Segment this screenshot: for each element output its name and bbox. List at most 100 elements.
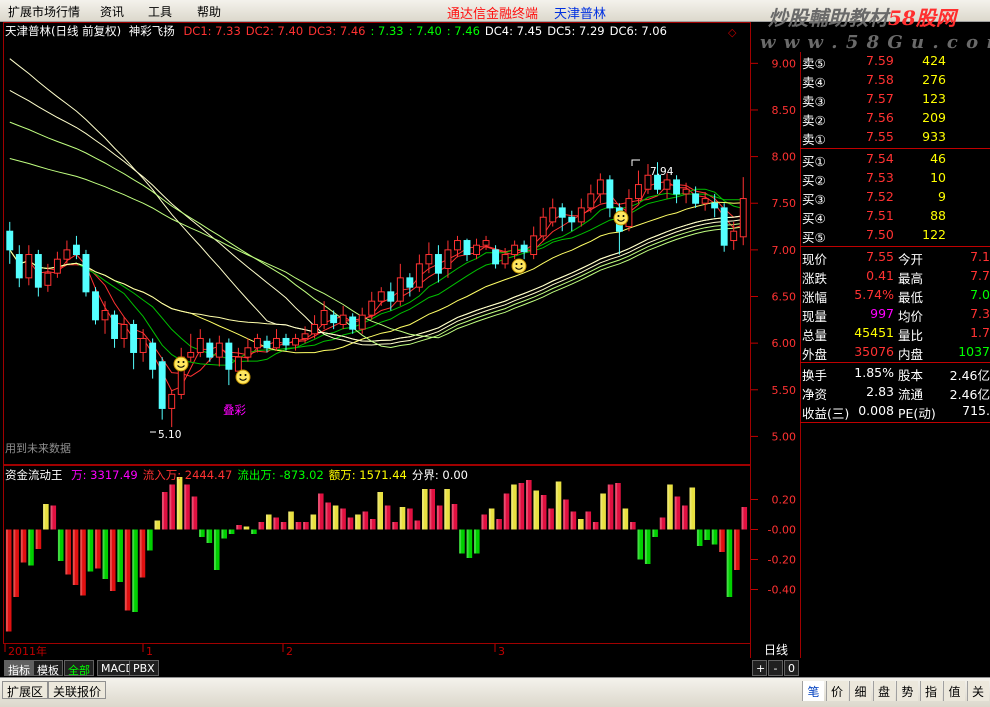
flow-bar	[384, 505, 391, 530]
menu-item-tools[interactable]: 工具	[148, 3, 172, 20]
flow-bar	[236, 525, 242, 530]
candle-body	[92, 291, 99, 321]
menu-item-help[interactable]: 帮助	[197, 3, 221, 20]
flow-bar	[243, 526, 250, 530]
ma-line	[9, 180, 744, 392]
tab-indicator[interactable]: 指标	[4, 660, 34, 677]
chart-collapse-icon[interactable]: ◇	[728, 26, 737, 39]
related-quote-button[interactable]: 关联报价	[48, 681, 107, 699]
quote-view-tab[interactable]: 值	[943, 681, 965, 701]
high-marker	[631, 159, 640, 166]
candle-body	[311, 323, 319, 335]
flow-bar	[518, 483, 525, 530]
indicator-tick-label: -0.20	[768, 554, 796, 567]
quote-view-tab[interactable]: 价	[825, 681, 848, 701]
flow-bar	[474, 529, 480, 554]
candle-body	[492, 249, 500, 265]
fin-value: 715.	[962, 403, 990, 418]
flow-bar	[696, 529, 703, 546]
ask-volume: 123	[922, 91, 946, 106]
flow-bar	[169, 484, 175, 530]
candle-body	[263, 340, 271, 349]
flow-bar	[295, 522, 302, 530]
quote-divider	[800, 422, 990, 423]
high-price-label: 7.94	[650, 166, 674, 178]
signal-text-mark: 叠彩	[223, 403, 246, 417]
candle-body	[587, 193, 595, 209]
smiley-signal-icon	[613, 210, 629, 226]
quote-view-tab[interactable]: 势	[896, 681, 918, 701]
stat-label: 涨跌	[802, 271, 828, 286]
candle-body	[444, 249, 452, 270]
flow-bar	[734, 529, 740, 570]
flow-bar	[689, 487, 696, 530]
quote-view-tab[interactable]: 指	[919, 681, 942, 701]
stat-label: 外盘	[802, 347, 828, 362]
flow-bar	[132, 529, 138, 612]
low-price-label: 5.10	[158, 429, 181, 441]
flow-bar	[392, 522, 398, 530]
candle-body	[6, 230, 14, 251]
stat-label: 总量	[802, 328, 828, 343]
candle-body	[215, 342, 223, 358]
flow-bar	[600, 493, 606, 530]
app-window: 扩展市场行情 资讯 工具 帮助 通达信金融终端 天津普林 炒股輔助教材58股网 …	[0, 0, 990, 707]
quote-divider	[800, 148, 990, 149]
ask-level-label: 卖①	[802, 132, 826, 147]
chart-header-value: : 7.33	[370, 24, 403, 38]
candle-body	[406, 277, 414, 288]
quote-divider	[800, 362, 990, 363]
candle-body	[730, 230, 738, 242]
candle-body	[282, 337, 290, 346]
panel-frames	[3, 22, 801, 658]
stat-label: 均价	[898, 309, 924, 324]
chart-header-value: DC4: 7.45	[485, 24, 542, 38]
zoom-in-button[interactable]: +	[752, 660, 767, 676]
bid-level-label: 买②	[802, 173, 826, 188]
candle-body	[358, 314, 366, 330]
fund-flow-bars	[5, 477, 748, 632]
candle-body	[711, 202, 719, 209]
zoom-reset-button[interactable]: 0	[784, 660, 799, 676]
quote-view-tab[interactable]: 细	[849, 681, 871, 701]
candle-body	[234, 356, 242, 372]
candle-body	[739, 198, 747, 238]
ma-line	[9, 188, 744, 366]
tab-all[interactable]: 全部	[64, 660, 94, 677]
zoom-out-button[interactable]: -	[768, 660, 783, 676]
quote-view-tab[interactable]: 关	[966, 681, 989, 701]
flow-bar	[682, 505, 688, 530]
fin-row: 换手 1.85% 股本 2.46亿	[800, 364, 990, 383]
chart-indicator-name: 神彩飞扬	[129, 24, 175, 38]
ask-level-label: 卖④	[802, 75, 826, 90]
app-title: 通达信金融终端	[447, 7, 539, 22]
indicator-tick-label: 0.20	[772, 494, 797, 507]
period-label[interactable]: 日线	[764, 643, 788, 657]
tab-template[interactable]: 模板	[33, 660, 63, 677]
ask-volume: 933	[922, 129, 946, 144]
flow-bar	[399, 507, 406, 530]
stat-value: 997	[870, 306, 894, 321]
flow-bar	[659, 517, 666, 530]
flow-bar	[28, 529, 34, 566]
flow-bar	[719, 529, 725, 552]
chart-header-value: DC6: 7.06	[610, 24, 667, 38]
candle-body	[663, 179, 671, 190]
trend-curve	[9, 89, 744, 346]
stat-row: 外盘 35076 内盘 1037	[800, 343, 990, 362]
flow-bar	[444, 489, 450, 530]
flow-bar	[704, 529, 710, 540]
menu-item-news[interactable]: 资讯	[100, 3, 124, 20]
indicator-name: 资金流动王	[5, 468, 63, 482]
quote-view-tab[interactable]: 笔	[802, 681, 824, 701]
quote-view-tab[interactable]: 盘	[872, 681, 895, 701]
candle-body	[63, 249, 71, 260]
ask-price: 7.58	[866, 72, 894, 87]
indicator-header-value: 分界: 0.00	[412, 468, 468, 482]
chart-header-value: DC2: 7.40	[246, 24, 303, 38]
flow-bar	[592, 522, 599, 530]
extension-area-button[interactable]: 扩展区	[2, 681, 49, 699]
tab-pbx[interactable]: PBX	[129, 660, 159, 676]
menu-item-extended-market[interactable]: 扩展市场行情	[8, 3, 80, 20]
flow-bar	[72, 529, 79, 585]
